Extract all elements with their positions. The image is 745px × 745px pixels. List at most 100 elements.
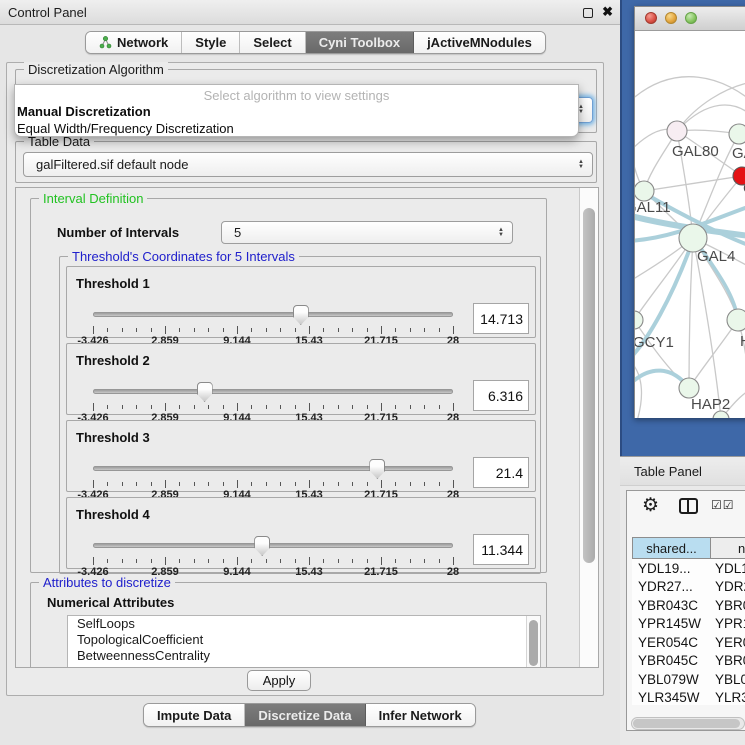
- cell-name[interactable]: YPR1: [710, 616, 745, 631]
- close-traffic-light-icon[interactable]: [645, 12, 657, 24]
- tick-mark: [266, 559, 267, 563]
- table-row[interactable]: YDL19...YDL1: [632, 559, 745, 578]
- tab-style[interactable]: Style: [182, 32, 240, 53]
- column-header-shared[interactable]: shared...: [633, 538, 711, 558]
- cell-shared-name[interactable]: YBR045C: [632, 653, 710, 668]
- attribute-list-item[interactable]: TopologicalCoefficient: [68, 632, 540, 648]
- tick-mark: [309, 480, 310, 488]
- cell-shared-name[interactable]: YBR043C: [632, 598, 710, 613]
- attribute-list-scrollbar[interactable]: [526, 616, 540, 668]
- cell-name[interactable]: YDR2: [710, 579, 745, 594]
- threshold-3-value-field[interactable]: 21.4: [473, 457, 529, 488]
- column-layout-icon[interactable]: [679, 498, 698, 514]
- tab-infer-network[interactable]: Infer Network: [366, 704, 475, 726]
- dropdown-option-equal-width-frequency[interactable]: Equal Width/Frequency Discretization: [15, 120, 578, 137]
- table-row[interactable]: YBL079WYBL0: [632, 670, 745, 689]
- scrollbar-thumb[interactable]: [633, 719, 740, 728]
- slider-track[interactable]: [93, 543, 453, 548]
- apply-button[interactable]: Apply: [247, 670, 311, 691]
- axis-tick-label: 21.715: [364, 566, 398, 578]
- dropdown-option-manual-discretization[interactable]: Manual Discretization: [15, 103, 578, 120]
- slider-thumb[interactable]: [369, 459, 385, 479]
- tick-mark: [223, 405, 224, 409]
- tab-select[interactable]: Select: [240, 32, 305, 53]
- table-row[interactable]: YDR27...YDR2: [632, 578, 745, 597]
- table-row[interactable]: YBR045CYBR0: [632, 652, 745, 671]
- close-icon[interactable]: ✖: [602, 4, 613, 20]
- settings-vertical-scrollbar[interactable]: [579, 188, 598, 667]
- tick-mark: [266, 405, 267, 409]
- threshold-1-value-field[interactable]: 14.713: [473, 303, 529, 334]
- tab-impute-data[interactable]: Impute Data: [144, 704, 245, 726]
- table-row[interactable]: YPR145WYPR1: [632, 615, 745, 634]
- tick-mark: [338, 328, 339, 332]
- table-row[interactable]: YER054CYER0: [632, 633, 745, 652]
- slider-thumb[interactable]: [254, 536, 270, 556]
- cell-shared-name[interactable]: YDL19...: [632, 561, 710, 576]
- tick-mark: [179, 559, 180, 563]
- threshold-3-slider[interactable]: -3.4262.8599.14415.4321.71528: [93, 459, 453, 493]
- cell-shared-name[interactable]: YER054C: [632, 635, 710, 650]
- cell-name[interactable]: YBL0: [710, 672, 745, 687]
- float-window-icon[interactable]: [583, 8, 593, 18]
- tab-cyni-toolbox[interactable]: Cyni Toolbox: [306, 32, 414, 53]
- table-row[interactable]: YLR345WYLR3: [632, 689, 745, 706]
- control-panel-titlebar: Control Panel ✖: [0, 0, 620, 25]
- tab-jactivemnodules-label: jActiveMNodules: [427, 35, 532, 50]
- threshold-4-value-field[interactable]: 11.344: [473, 534, 529, 565]
- zoom-traffic-light-icon[interactable]: [685, 12, 697, 24]
- tick-mark: [424, 405, 425, 409]
- node-gal11[interactable]: [635, 181, 654, 201]
- cell-name[interactable]: YLR3: [710, 690, 745, 705]
- threshold-4-slider[interactable]: -3.4262.8599.14415.4321.71528: [93, 536, 453, 570]
- slider-ticks: [93, 557, 453, 565]
- cell-shared-name[interactable]: YLR345W: [632, 690, 710, 705]
- table-data-combobox[interactable]: galFiltered.sif default node ▲▼: [23, 152, 593, 177]
- threshold-2-slider[interactable]: -3.4262.8599.14415.4321.71528: [93, 382, 453, 416]
- tab-network[interactable]: Network: [86, 32, 182, 53]
- dropdown-placeholder-item[interactable]: Select algorithm to view settings: [15, 85, 578, 103]
- slider-thumb[interactable]: [293, 305, 309, 325]
- node-label-gcy1: GCY1: [635, 334, 674, 351]
- tick-mark: [323, 328, 324, 332]
- cell-shared-name[interactable]: YPR145W: [632, 616, 710, 631]
- tick-mark: [381, 480, 382, 488]
- tab-jactivemnodules[interactable]: jActiveMNodules: [414, 32, 545, 53]
- network-canvas[interactable]: GAL80 GA GAL11 GAL4 GCY1 H HAP2 C: [635, 31, 745, 418]
- attribute-list-item[interactable]: BetweennessCentrality: [68, 648, 540, 664]
- table-horizontal-scrollbar[interactable]: [631, 717, 745, 730]
- slider-track[interactable]: [93, 466, 453, 471]
- cell-name[interactable]: YBR0: [710, 598, 745, 613]
- tick-mark: [136, 559, 137, 563]
- scrollbar-thumb[interactable]: [529, 620, 538, 666]
- cell-name[interactable]: YDL1: [710, 561, 745, 576]
- node-h[interactable]: [727, 309, 745, 331]
- numerical-attributes-list[interactable]: SelfLoopsTopologicalCoefficientBetweenne…: [67, 615, 541, 668]
- attribute-list-item[interactable]: SelfLoops: [68, 616, 540, 632]
- gear-icon[interactable]: ⚙: [642, 494, 659, 517]
- cell-name[interactable]: YER0: [710, 635, 745, 650]
- node-hap2[interactable]: [679, 378, 699, 398]
- slider-track[interactable]: [93, 312, 453, 317]
- tab-discretize-data[interactable]: Discretize Data: [245, 704, 365, 726]
- interval-definition-group: Interval Definition Number of Intervals …: [30, 198, 547, 573]
- node-top-right[interactable]: [729, 124, 745, 144]
- cell-name[interactable]: YBR0: [710, 653, 745, 668]
- cell-shared-name[interactable]: YBL079W: [632, 672, 710, 687]
- threshold-2-value-field[interactable]: 6.316: [473, 380, 529, 411]
- slider-thumb[interactable]: [197, 382, 213, 402]
- minimize-traffic-light-icon[interactable]: [665, 12, 677, 24]
- column-header-name[interactable]: n: [711, 538, 745, 558]
- table-row[interactable]: YBR043CYBR0: [632, 596, 745, 615]
- node-gal80[interactable]: [667, 121, 687, 141]
- cell-shared-name[interactable]: YDR27...: [632, 579, 710, 594]
- slider-track[interactable]: [93, 389, 453, 394]
- tick-mark: [295, 559, 296, 563]
- node-gcy1[interactable]: [635, 311, 643, 329]
- tick-mark: [122, 405, 123, 409]
- number-of-intervals-combobox[interactable]: 5 ▲▼: [221, 221, 513, 244]
- scrollbar-thumb[interactable]: [583, 208, 595, 563]
- threshold-1-slider[interactable]: -3.4262.8599.14415.4321.71528: [93, 305, 453, 339]
- checkbox-columns-icon[interactable]: ☑☑: [711, 498, 735, 512]
- axis-tick-label: 15.43: [295, 566, 323, 578]
